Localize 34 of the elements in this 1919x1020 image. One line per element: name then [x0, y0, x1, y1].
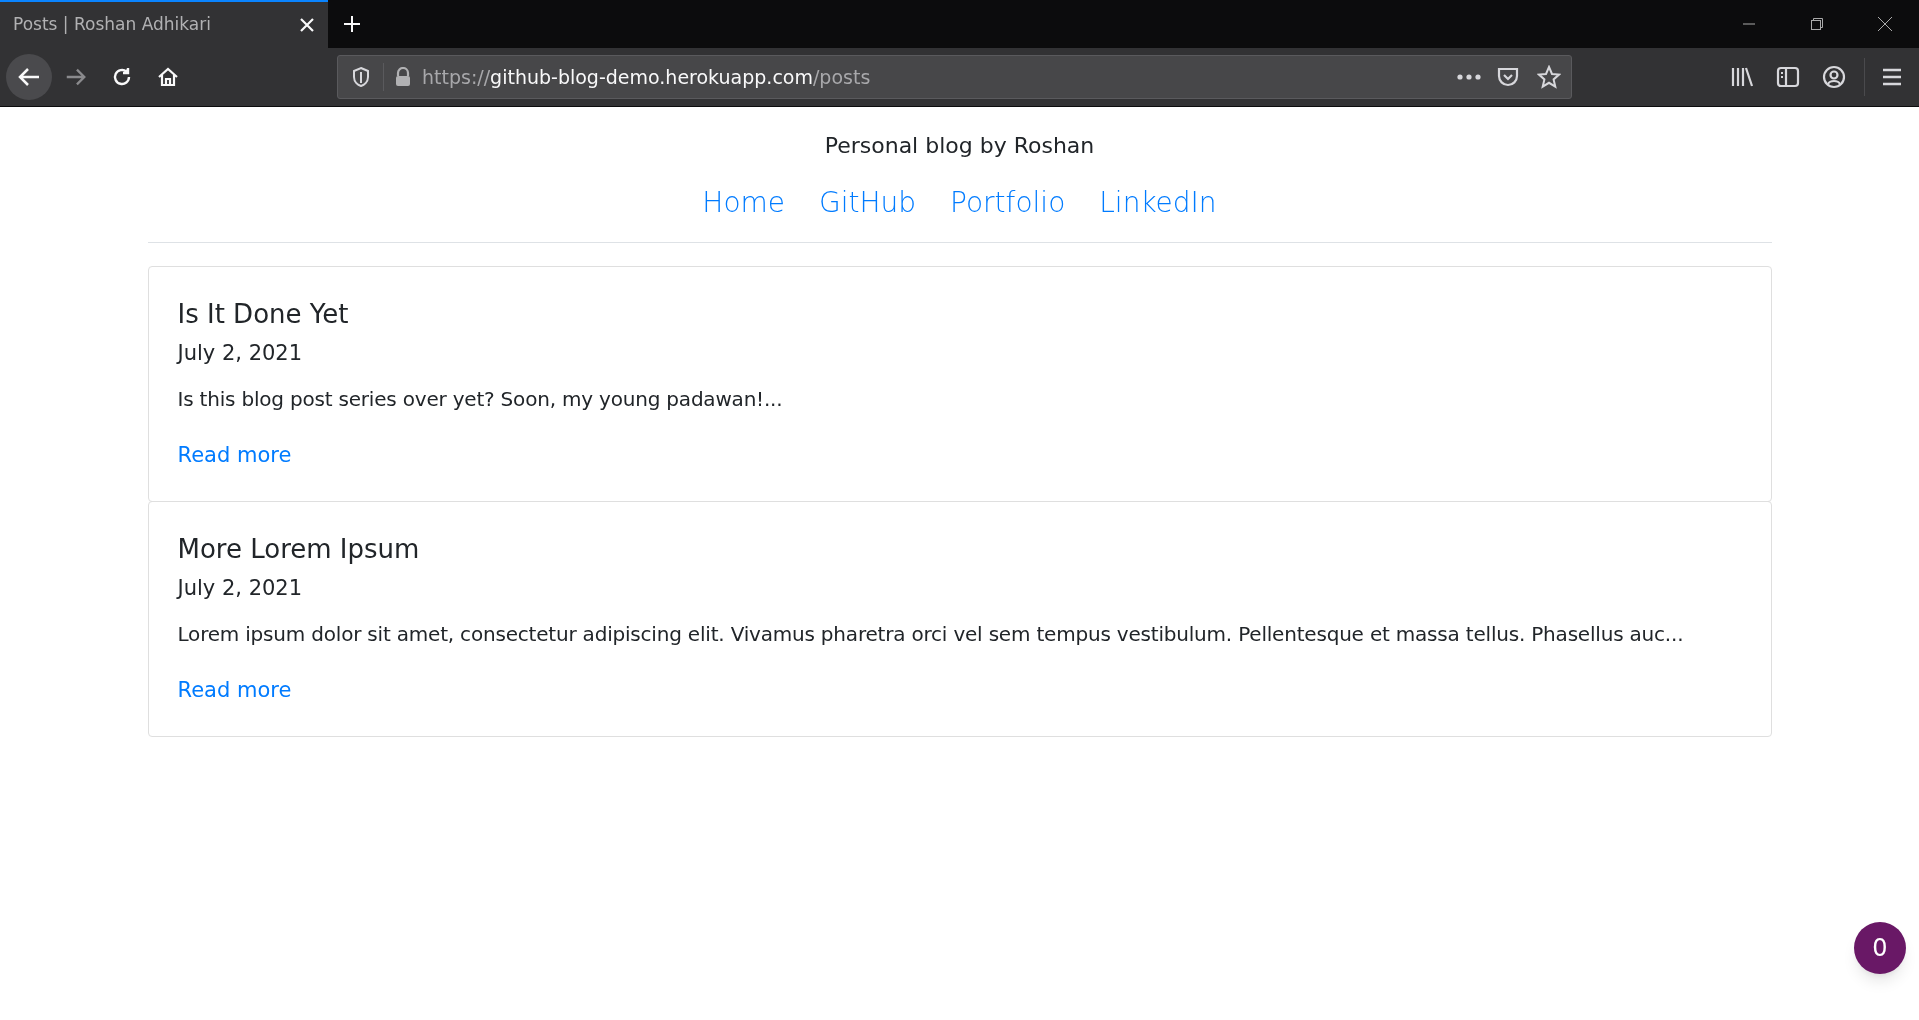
post-excerpt: Is this blog post series over yet? Soon, my young padawan!...	[177, 385, 783, 413]
lock-icon	[394, 67, 412, 87]
nav-link[interactable]: Home	[702, 182, 786, 224]
reload-icon	[111, 66, 133, 88]
post-excerpt: Lorem ipsum dolor sit amet, consectetur adipiscing elit. Vivamus pharetra orci vel sem tempus vestibulum. Pellentesque et massa tellus. Phasellus auc...	[177, 620, 1684, 648]
url-text: https://github-blog-demo.herokuapp.com/posts	[422, 64, 871, 90]
notification-badge[interactable]: 0	[1854, 922, 1906, 974]
browser-tab[interactable]: Posts | Roshan Adhikari	[0, 0, 328, 48]
pocket-icon[interactable]	[1497, 66, 1519, 88]
menu-icon[interactable]	[1881, 67, 1903, 87]
more-icon[interactable]	[1457, 73, 1481, 81]
star-icon[interactable]	[1537, 65, 1561, 89]
back-button[interactable]	[6, 54, 52, 100]
nav-link[interactable]: LinkedIn	[1099, 182, 1217, 224]
home-icon	[157, 66, 179, 88]
account-icon[interactable]	[1822, 65, 1846, 89]
tab-title: Posts | Roshan Adhikari	[13, 13, 212, 37]
nav-link[interactable]: Portfolio	[950, 182, 1066, 224]
post-title: More Lorem Ipsum	[177, 534, 420, 566]
shield-icon[interactable]	[351, 66, 371, 88]
nav-link[interactable]: GitHub	[819, 182, 917, 224]
read-more-link[interactable]: Read more	[177, 439, 292, 472]
plus-icon	[342, 14, 362, 34]
post-date: July 2, 2021	[177, 575, 303, 603]
post-date: July 2, 2021	[177, 340, 303, 368]
close-tab-icon[interactable]	[299, 17, 315, 33]
address-bar[interactable]: https://github-blog-demo.herokuapp.com/posts	[337, 55, 1572, 99]
site-title: Personal blog by Roshan	[824, 132, 1095, 160]
read-more-link[interactable]: Read more	[177, 674, 292, 707]
sidebar-icon[interactable]	[1776, 66, 1800, 88]
library-icon[interactable]	[1730, 66, 1754, 88]
close-icon	[1877, 16, 1893, 32]
restore-icon	[1810, 17, 1824, 31]
post-title: Is It Done Yet	[177, 299, 349, 331]
